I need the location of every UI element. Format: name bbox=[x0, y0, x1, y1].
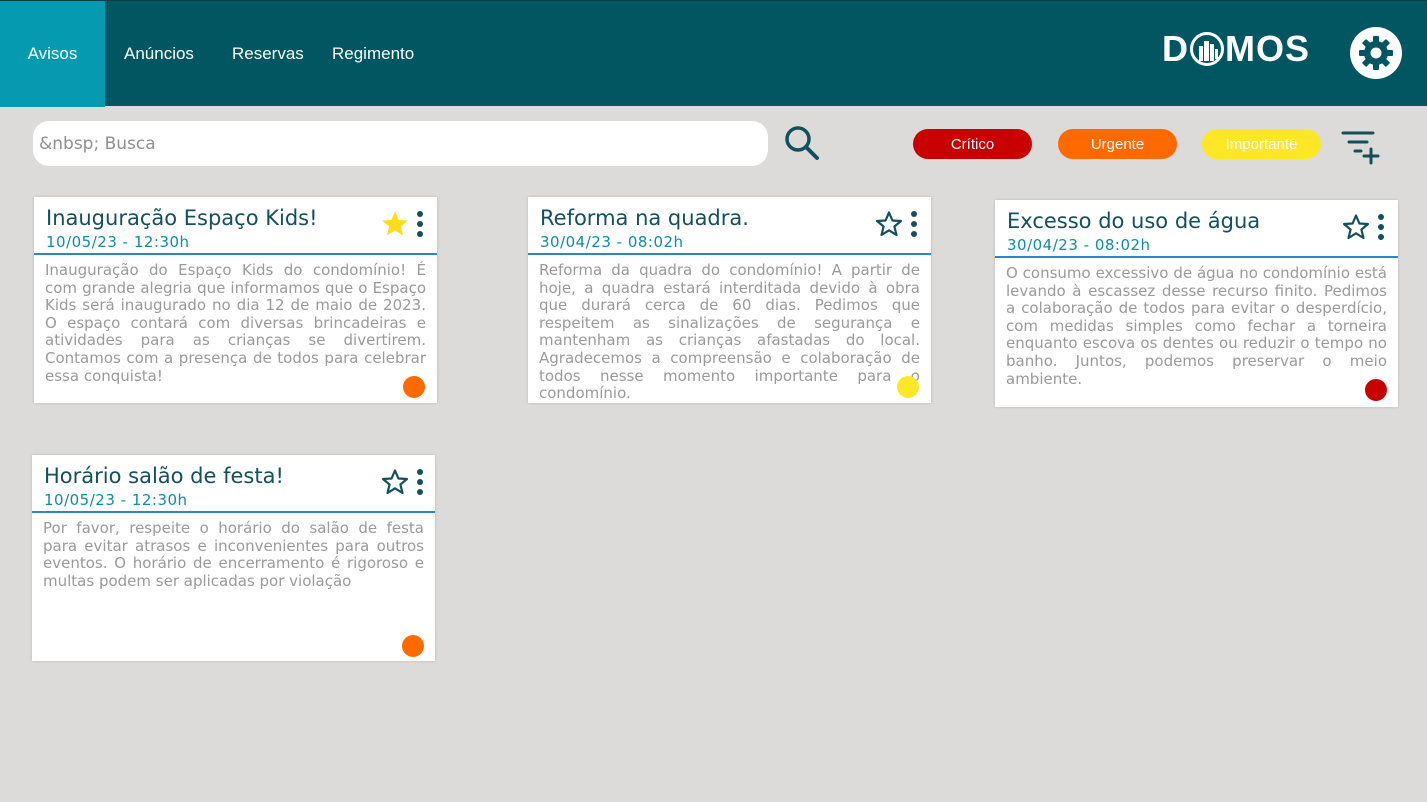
logo-text-left: D bbox=[1162, 28, 1189, 69]
settings-button[interactable] bbox=[1350, 27, 1402, 79]
notice-card-header: Reforma na quadra. 30/04/23 - 08:02h bbox=[528, 197, 931, 255]
star-outline-icon[interactable] bbox=[875, 210, 903, 238]
more-options-icon[interactable] bbox=[415, 210, 425, 238]
notice-date: 30/04/23 - 08:02h bbox=[540, 233, 684, 251]
filter-critico-button[interactable]: Crítico bbox=[913, 129, 1032, 159]
search-icon[interactable] bbox=[783, 124, 821, 162]
notice-card[interactable]: Horário salão de festa! 10/05/23 - 12:30… bbox=[32, 455, 435, 661]
tab-reservas[interactable]: Reservas bbox=[213, 1, 313, 107]
star-filled-icon[interactable] bbox=[381, 210, 409, 238]
tab-avisos[interactable]: Avisos bbox=[0, 1, 105, 107]
notice-body: Inauguração do Espaço Kids do condomínio… bbox=[45, 261, 426, 385]
more-options-icon[interactable] bbox=[1376, 213, 1386, 241]
tab-regimento[interactable]: Regimento bbox=[313, 1, 414, 107]
more-options-icon[interactable] bbox=[415, 468, 425, 496]
notice-card-header: Horário salão de festa! 10/05/23 - 12:30… bbox=[32, 455, 435, 513]
priority-urgente-icon bbox=[403, 376, 425, 398]
notice-card-header: Excesso do uso de água 30/04/23 - 08:02h bbox=[995, 200, 1398, 258]
notice-date: 10/05/23 - 12:30h bbox=[46, 233, 190, 251]
notice-title: Excesso do uso de água bbox=[1007, 209, 1261, 233]
notice-card[interactable]: Excesso do uso de água 30/04/23 - 08:02h… bbox=[995, 200, 1398, 407]
search-box bbox=[33, 121, 768, 166]
tab-anuncios[interactable]: Anúncios bbox=[105, 1, 213, 107]
notice-card[interactable]: Inauguração Espaço Kids! 10/05/23 - 12:3… bbox=[34, 197, 437, 403]
priority-critico-icon bbox=[1365, 379, 1387, 401]
domos-logo: D MOS bbox=[1162, 31, 1310, 67]
main-nav: Avisos Anúncios Reservas Regimento bbox=[0, 1, 414, 107]
more-options-icon[interactable] bbox=[909, 210, 919, 238]
search-input[interactable] bbox=[33, 121, 768, 166]
filter-urgente-button[interactable]: Urgente bbox=[1058, 129, 1177, 159]
priority-urgente-icon bbox=[402, 635, 424, 657]
filter-importante-button[interactable]: Importante bbox=[1202, 129, 1321, 159]
notice-title: Inauguração Espaço Kids! bbox=[46, 206, 318, 230]
gear-icon bbox=[1359, 36, 1393, 70]
notice-card-header: Inauguração Espaço Kids! 10/05/23 - 12:3… bbox=[34, 197, 437, 255]
notice-body: O consumo excessivo de água no condomíni… bbox=[1006, 264, 1387, 388]
notice-date: 30/04/23 - 08:02h bbox=[1007, 236, 1151, 254]
top-navbar: Avisos Anúncios Reservas Regimento D MOS bbox=[0, 0, 1427, 107]
notice-card[interactable]: Reforma na quadra. 30/04/23 - 08:02h Ref… bbox=[528, 197, 931, 403]
priority-importante-icon bbox=[897, 376, 919, 398]
star-outline-icon[interactable] bbox=[381, 468, 409, 496]
notice-body: Reforma da quadra do condomínio! A parti… bbox=[539, 261, 920, 403]
notice-date: 10/05/23 - 12:30h bbox=[44, 491, 188, 509]
notice-title: Horário salão de festa! bbox=[44, 464, 284, 488]
building-logo-icon bbox=[1190, 32, 1224, 66]
logo-text-right: MOS bbox=[1225, 28, 1311, 69]
star-outline-icon[interactable] bbox=[1342, 213, 1370, 241]
notice-body: Por favor, respeite o horário do salão d… bbox=[43, 519, 424, 590]
notice-title: Reforma na quadra. bbox=[540, 206, 749, 230]
filter-add-icon[interactable] bbox=[1340, 128, 1384, 166]
